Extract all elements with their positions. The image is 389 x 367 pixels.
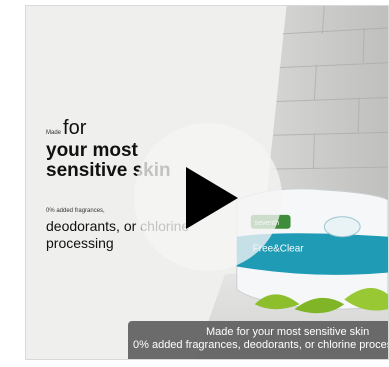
video-player[interactable]: seventh Free&Clear Madefor your most sen… bbox=[25, 5, 389, 360]
play-icon bbox=[186, 167, 238, 229]
for-text: for bbox=[63, 117, 87, 139]
video-caption: Made for your most sensitive skin 0% add… bbox=[128, 321, 389, 359]
play-button[interactable] bbox=[134, 123, 282, 271]
caption-line-2: 0% added fragrances, deodorants, or chlo… bbox=[133, 339, 389, 351]
made-small-text: Made bbox=[46, 130, 62, 136]
caption-line-1: Made for your most sensitive skin bbox=[206, 326, 370, 338]
